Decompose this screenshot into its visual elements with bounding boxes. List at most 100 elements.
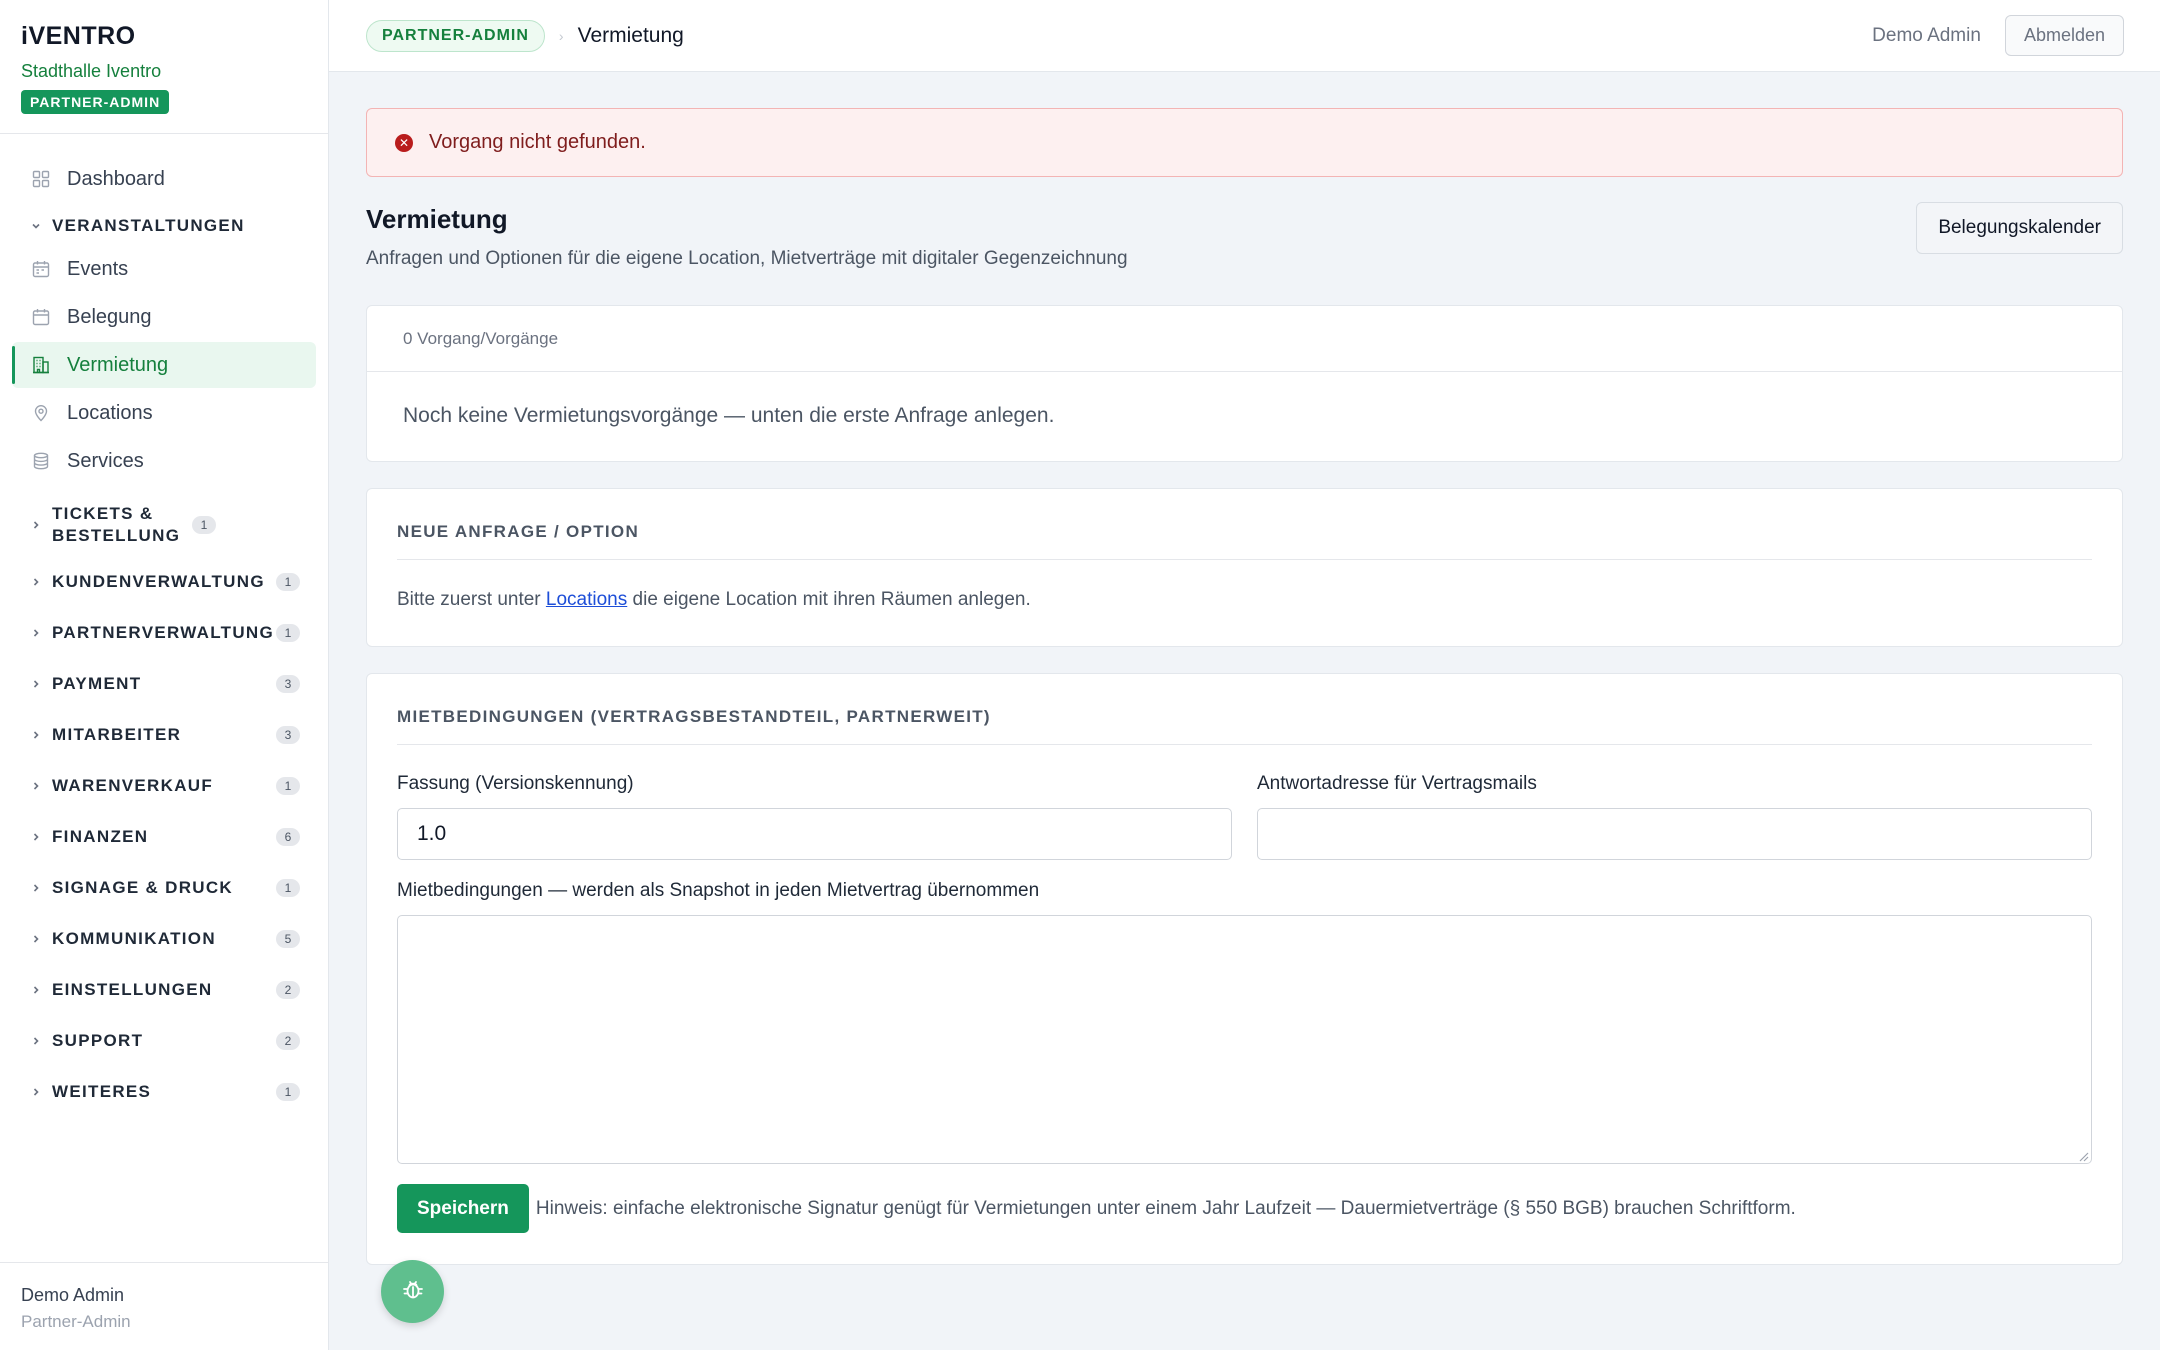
reply-address-label: Antwortadresse für Vertragsmails xyxy=(1257,773,1537,794)
sidebar-item-label: Locations xyxy=(67,401,153,424)
bug-icon xyxy=(400,1276,426,1307)
error-alert: ✕ Vorgang nicht gefunden. xyxy=(366,108,2123,177)
locations-link[interactable]: Locations xyxy=(546,589,627,610)
save-button[interactable]: Speichern xyxy=(397,1184,529,1233)
new-request-info: Bitte zuerst unter Locations die eigene … xyxy=(397,589,2092,611)
terms-textarea[interactable] xyxy=(397,915,2092,1164)
section-label: VERANSTALTUNGEN xyxy=(52,216,245,235)
section-label: SUPPORT xyxy=(52,1030,144,1050)
building-icon xyxy=(32,356,50,374)
sidebar-item-label: Services xyxy=(67,449,144,472)
tenant-name: Stadthalle Iventro xyxy=(21,61,162,81)
main-content: ✕ Vorgang nicht gefunden. Vermietung Anf… xyxy=(366,108,2123,1265)
sidebar: iVENTRO Stadthalle Iventro PARTNER-ADMIN… xyxy=(0,0,329,1350)
section-mitarbeiter[interactable]: MITARBEITER 3 xyxy=(0,709,300,760)
section-count-badge: 2 xyxy=(276,980,300,999)
dashboard-grid-icon xyxy=(32,170,50,188)
section-count-badge: 1 xyxy=(276,878,300,897)
terms-label: Mietbedingungen — werden als Snapshot in… xyxy=(397,880,1040,901)
info-text: Bitte zuerst unter xyxy=(397,589,546,610)
page-subtitle: Anfragen und Optionen für die eigene Loc… xyxy=(366,248,1128,269)
sidebar-item-label: Vermietung xyxy=(67,353,169,376)
section-warenverkauf[interactable]: WARENVERKAUF 1 xyxy=(0,760,300,811)
chevron-right-icon xyxy=(30,780,42,792)
role-pill: PARTNER-ADMIN xyxy=(366,19,545,52)
sidebar-nav: Dashboard VERANSTALTUNGEN Events Belegun… xyxy=(0,134,328,1117)
bug-report-button[interactable] xyxy=(381,1260,444,1323)
section-count-badge: 1 xyxy=(276,1082,300,1101)
terms-fields-row: Fassung (Versionskennung) 1.0 Antwortadr… xyxy=(397,773,2092,860)
version-field-group: Fassung (Versionskennung) 1.0 xyxy=(397,773,1232,860)
section-weiteres[interactable]: WEITERES 1 xyxy=(0,1066,300,1117)
version-label: Fassung (Versionskennung) xyxy=(397,773,634,794)
signature-hint: Hinweis: einfache elektronische Signatur… xyxy=(535,1197,1796,1219)
section-support[interactable]: SUPPORT 2 xyxy=(0,1015,300,1066)
chevron-down-icon xyxy=(30,220,42,232)
chevron-right-icon xyxy=(30,831,42,843)
sidebar-item-label: Belegung xyxy=(67,305,152,328)
section-label: KUNDENVERWALTUNG xyxy=(52,571,265,591)
section-label: PAYMENT xyxy=(52,673,142,693)
save-row: Speichern Hinweis: einfache elektronisch… xyxy=(397,1184,2092,1233)
section-count-badge: 5 xyxy=(276,929,300,948)
section-kundenverwaltung[interactable]: KUNDENVERWALTUNG 1 xyxy=(0,556,300,607)
sidebar-item-belegung[interactable]: Belegung xyxy=(12,294,316,340)
sidebar-item-label: Dashboard xyxy=(67,167,165,190)
chevron-right-icon xyxy=(30,519,42,531)
chevron-right-icon xyxy=(30,933,42,945)
section-einstellungen[interactable]: EINSTELLUNGEN 2 xyxy=(0,964,300,1015)
section-label: TICKETS & BESTELLUNG xyxy=(52,504,181,545)
reply-address-field-group: Antwortadresse für Vertragsmails xyxy=(1257,773,2092,860)
brand-block: iVENTRO Stadthalle Iventro PARTNER-ADMIN xyxy=(0,0,328,134)
section-kommunikation[interactable]: KOMMUNIKATION 5 xyxy=(0,913,300,964)
chevron-right-icon xyxy=(30,678,42,690)
section-label: WEITERES xyxy=(52,1081,152,1101)
breadcrumb-separator: › xyxy=(558,27,564,44)
section-count-badge: 1 xyxy=(192,516,216,534)
sidebar-item-events[interactable]: Events xyxy=(12,246,316,292)
sidebar-item-services[interactable]: Services xyxy=(12,438,316,484)
new-request-card: NEUE ANFRAGE / OPTION Bitte zuerst unter… xyxy=(366,488,2123,647)
section-count-badge: 1 xyxy=(276,623,300,642)
sidebar-item-dashboard[interactable]: Dashboard xyxy=(12,156,316,202)
rental-cases-card: 0 Vorgang/Vorgänge Noch keine Vermietung… xyxy=(366,305,2123,462)
section-payment[interactable]: PAYMENT 3 xyxy=(0,658,300,709)
section-label: WARENVERKAUF xyxy=(52,775,214,795)
calendar-icon xyxy=(32,260,50,278)
breadcrumb-current: Vermietung xyxy=(577,23,684,47)
page-title: Vermietung xyxy=(366,204,508,234)
section-count-badge: 6 xyxy=(276,827,300,846)
version-input[interactable]: 1.0 xyxy=(397,808,1232,860)
section-tickets-bestellung[interactable]: TICKETS & BESTELLUNG 1 xyxy=(0,494,300,556)
resize-handle-icon[interactable] xyxy=(2077,1149,2089,1162)
sidebar-item-vermietung[interactable]: Vermietung xyxy=(12,342,316,388)
chevron-right-icon xyxy=(30,984,42,996)
section-label: MITARBEITER xyxy=(52,724,182,744)
sidebar-user-role: Partner-Admin xyxy=(21,1312,131,1331)
chevron-right-icon xyxy=(30,882,42,894)
calendar-icon xyxy=(32,308,50,326)
section-count-badge: 1 xyxy=(276,572,300,591)
section-label: SIGNAGE & DRUCK xyxy=(52,877,234,897)
rental-terms-card: MIETBEDINGUNGEN (VERTRAGSBESTANDTEIL, PA… xyxy=(366,673,2123,1265)
reply-address-input[interactable] xyxy=(1257,808,2092,860)
case-count: 0 Vorgang/Vorgänge xyxy=(367,306,2122,372)
sidebar-user-name: Demo Admin xyxy=(21,1285,125,1305)
topbar: PARTNER-ADMIN › Vermietung Demo Admin Ab… xyxy=(329,0,2160,72)
logout-button[interactable]: Abmelden xyxy=(2004,15,2124,56)
chevron-right-icon xyxy=(30,1086,42,1098)
map-pin-icon xyxy=(32,404,50,422)
occupancy-calendar-button[interactable]: Belegungskalender xyxy=(1916,202,2123,254)
section-signage-druck[interactable]: SIGNAGE & DRUCK 1 xyxy=(0,862,300,913)
app-logo[interactable]: iVENTRO xyxy=(21,22,307,51)
info-text: die eigene Location mit ihren Räumen anl… xyxy=(627,589,1031,610)
chevron-right-icon xyxy=(30,627,42,639)
section-title: MIETBEDINGUNGEN (VERTRAGSBESTANDTEIL, PA… xyxy=(397,674,2092,745)
database-icon xyxy=(32,452,50,470)
section-count-badge: 3 xyxy=(276,674,300,693)
section-finanzen[interactable]: FINANZEN 6 xyxy=(0,811,300,862)
section-veranstaltungen[interactable]: VERANSTALTUNGEN xyxy=(0,206,300,246)
sidebar-item-locations[interactable]: Locations xyxy=(12,390,316,436)
sidebar-user-footer: Demo Admin Partner-Admin xyxy=(0,1262,329,1350)
section-partnerverwaltung[interactable]: PARTNERVERWALTUNG 1 xyxy=(0,607,300,658)
